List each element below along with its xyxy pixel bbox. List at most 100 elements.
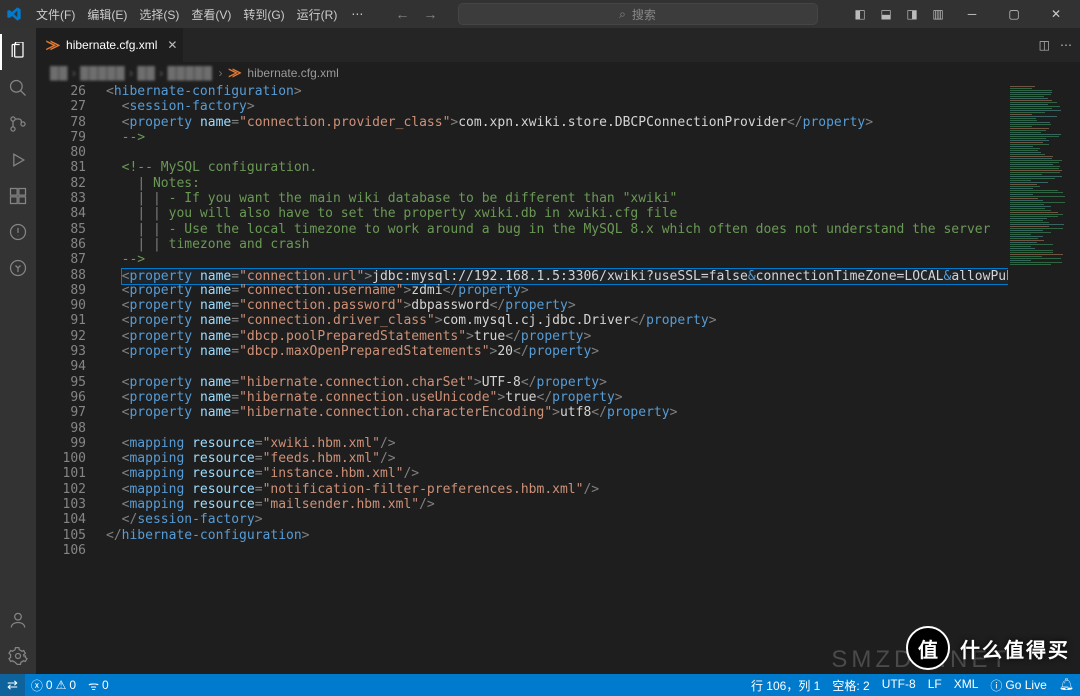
code-line[interactable]: | | - If you want the main wiki database…	[106, 191, 1008, 206]
layout-right-icon[interactable]: ◨	[900, 3, 924, 25]
line-number: 26	[36, 84, 86, 99]
code-line[interactable]: <property name="connection.provider_clas…	[106, 115, 1008, 130]
source-control-icon[interactable]	[0, 106, 36, 142]
code-line[interactable]: <property name="hibernate.connection.use…	[106, 390, 1008, 405]
code-line[interactable]: -->	[106, 252, 1008, 267]
layout-custom-icon[interactable]: ▥	[926, 3, 950, 25]
window-minimize-icon[interactable]: ─	[952, 0, 992, 28]
line-number: 89	[36, 283, 86, 298]
minimap[interactable]	[1008, 84, 1068, 674]
settings-gear-icon[interactable]	[0, 638, 36, 674]
code-line[interactable]: <property name="dbcp.maxOpenPreparedStat…	[106, 344, 1008, 359]
search-activity-icon[interactable]	[0, 70, 36, 106]
code-line[interactable]	[106, 359, 1008, 374]
status-indent[interactable]: 空格: 2	[826, 677, 875, 694]
split-editor-icon[interactable]: ◫	[1039, 38, 1050, 52]
antenna-icon: ᯤ	[88, 677, 99, 694]
breadcrumbs[interactable]: ██ › █████ › ██ › █████ › ⨠ hibernate.cf…	[36, 62, 1080, 84]
code-line[interactable]: <property name="dbcp.poolPreparedStateme…	[106, 329, 1008, 344]
remote-activity-icon[interactable]	[0, 250, 36, 286]
window-maximize-icon[interactable]: ▢	[994, 0, 1034, 28]
code-line[interactable]	[106, 421, 1008, 436]
scrollbar-vertical[interactable]	[1068, 84, 1080, 674]
line-number: 83	[36, 191, 86, 206]
code-line[interactable]: <mapping resource="mailsender.hbm.xml"/>	[106, 497, 1008, 512]
nav-forward-icon[interactable]: →	[419, 6, 441, 22]
line-number: 103	[36, 497, 86, 512]
code-line[interactable]: <property name="connection.username">zdm…	[106, 283, 1008, 298]
code-line[interactable]: | Notes:	[106, 176, 1008, 191]
menu-item[interactable]: 文件(F)	[30, 5, 81, 25]
line-number: 78	[36, 115, 86, 130]
status-eol[interactable]: LF	[922, 677, 948, 691]
code-line[interactable]	[106, 543, 1008, 558]
menu-item[interactable]: 编辑(E)	[81, 5, 133, 25]
extensions-icon[interactable]	[0, 178, 36, 214]
window-close-icon[interactable]: ✕	[1036, 0, 1076, 28]
menu-item[interactable]: 查看(V)	[185, 5, 237, 25]
layout-left-icon[interactable]: ◧	[848, 3, 872, 25]
line-number: 91	[36, 313, 86, 328]
code-line[interactable]: -->	[106, 130, 1008, 145]
search-icon: ⌕	[619, 7, 626, 22]
code-line[interactable]: <hibernate-configuration>	[106, 84, 1008, 99]
code-line[interactable]: <property name="connection.url">jdbc:mys…	[106, 268, 1008, 283]
vscode-logo-icon	[6, 6, 22, 22]
code-line[interactable]	[106, 145, 1008, 160]
line-number: 92	[36, 329, 86, 344]
accounts-icon[interactable]	[0, 602, 36, 638]
code-line[interactable]: </hibernate-configuration>	[106, 528, 1008, 543]
more-actions-icon[interactable]: ⋯	[1060, 38, 1072, 52]
menu-overflow-icon[interactable]: ⋯	[345, 7, 369, 21]
code-line[interactable]: <!-- MySQL configuration.	[106, 160, 1008, 175]
status-encoding[interactable]: UTF-8	[876, 677, 922, 691]
code-line[interactable]: <mapping resource="feeds.hbm.xml"/>	[106, 451, 1008, 466]
code-line[interactable]: <mapping resource="instance.hbm.xml"/>	[106, 466, 1008, 481]
bell-icon: 🔔︎	[1059, 677, 1074, 691]
status-language[interactable]: XML	[948, 677, 985, 691]
code-line[interactable]: </session-factory>	[106, 512, 1008, 527]
tab-hibernate-cfg[interactable]: ⨠ hibernate.cfg.xml ✕	[36, 28, 184, 62]
line-number: 85	[36, 222, 86, 237]
line-number: 101	[36, 466, 86, 481]
code-line[interactable]: <property name="connection.password">dbp…	[106, 298, 1008, 313]
code-line[interactable]: | | timezone and crash	[106, 237, 1008, 252]
code-line[interactable]: <mapping resource="notification-filter-p…	[106, 482, 1008, 497]
menu-bar: 文件(F)编辑(E)选择(S)查看(V)转到(G)运行(R) ⋯ ← → ⌕ 搜…	[0, 0, 1080, 28]
code-line[interactable]: <session-factory>	[106, 99, 1008, 114]
error-icon: ⓧ	[31, 677, 43, 694]
remote-indicator[interactable]: ⇄	[0, 674, 25, 696]
line-number: 90	[36, 298, 86, 313]
line-number-gutter[interactable]: 2627787980818283848586878889909192939495…	[36, 84, 106, 674]
status-golive[interactable]: ⓘGo Live	[984, 677, 1052, 694]
code-line[interactable]: <property name="hibernate.connection.cha…	[106, 375, 1008, 390]
menu-item[interactable]: 运行(R)	[291, 5, 344, 25]
activity-bar	[0, 28, 36, 674]
watermark-badge: 值	[906, 626, 950, 670]
code-line[interactable]: <mapping resource="xwiki.hbm.xml"/>	[106, 436, 1008, 451]
status-cursor[interactable]: 行 106，列 1	[745, 677, 826, 694]
layout-bottom-icon[interactable]: ⬓	[874, 3, 898, 25]
editor-group: ⨠ hibernate.cfg.xml ✕ ◫ ⋯ ██ › █████ › █…	[36, 28, 1080, 674]
tab-close-icon[interactable]: ✕	[167, 38, 177, 52]
warning-activity-icon[interactable]	[0, 214, 36, 250]
code-line[interactable]: | | you will also have to set the proper…	[106, 206, 1008, 221]
command-center-search[interactable]: ⌕ 搜索	[458, 3, 818, 25]
status-notifications[interactable]: 🔔︎	[1053, 677, 1080, 691]
code-line[interactable]: <property name="connection.driver_class"…	[106, 313, 1008, 328]
line-number: 93	[36, 344, 86, 359]
explorer-icon[interactable]	[0, 34, 36, 70]
nav-back-icon[interactable]: ←	[391, 6, 413, 22]
line-number: 98	[36, 421, 86, 436]
xml-file-icon: ⨠	[229, 67, 242, 80]
line-number: 86	[36, 237, 86, 252]
status-ports[interactable]: ᯤ0	[82, 674, 115, 696]
menu-item[interactable]: 选择(S)	[133, 5, 185, 25]
menu-item[interactable]: 转到(G)	[237, 5, 290, 25]
line-number: 99	[36, 436, 86, 451]
run-debug-icon[interactable]	[0, 142, 36, 178]
code-line[interactable]: | | - Use the local timezone to work aro…	[106, 222, 1008, 237]
status-problems[interactable]: ⓧ0 ⚠0	[25, 674, 82, 696]
code-editor[interactable]: <hibernate-configuration> <session-facto…	[106, 84, 1008, 674]
code-line[interactable]: <property name="hibernate.connection.cha…	[106, 405, 1008, 420]
